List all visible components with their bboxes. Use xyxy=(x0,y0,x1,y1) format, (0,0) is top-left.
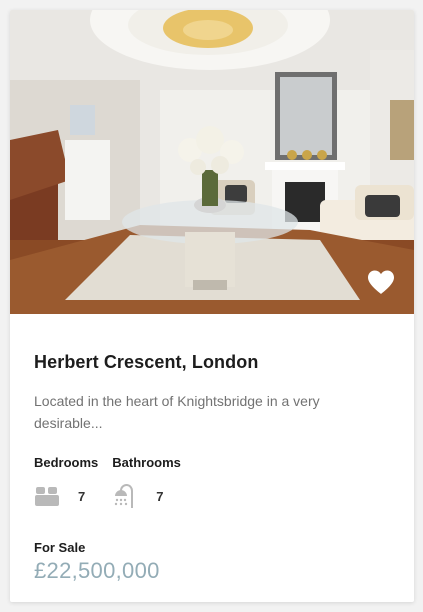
bathrooms-spec: Bathrooms 7 xyxy=(112,455,181,510)
property-card[interactable]: Herbert Crescent, London Located in the … xyxy=(10,10,414,602)
heart-icon xyxy=(368,270,394,294)
property-specs: Bedrooms 7 Bathrooms 7 xyxy=(34,455,181,510)
listing-price: £22,500,000 xyxy=(34,558,160,583)
property-description: Located in the heart of Knightsbridge in… xyxy=(34,393,320,431)
bed-icon xyxy=(35,487,59,506)
bedrooms-label: Bedrooms xyxy=(34,455,99,470)
bedrooms-value: 7 xyxy=(78,488,86,504)
bedrooms-spec: Bedrooms 7 xyxy=(34,455,98,510)
bathrooms-label: Bathrooms xyxy=(112,455,181,470)
bathrooms-value: 7 xyxy=(156,488,164,504)
property-photo[interactable] xyxy=(10,10,414,314)
favorite-button[interactable] xyxy=(366,268,396,296)
listing-status: For Sale xyxy=(34,540,86,555)
shower-icon xyxy=(115,483,134,508)
property-title[interactable]: Herbert Crescent, London xyxy=(34,352,258,373)
